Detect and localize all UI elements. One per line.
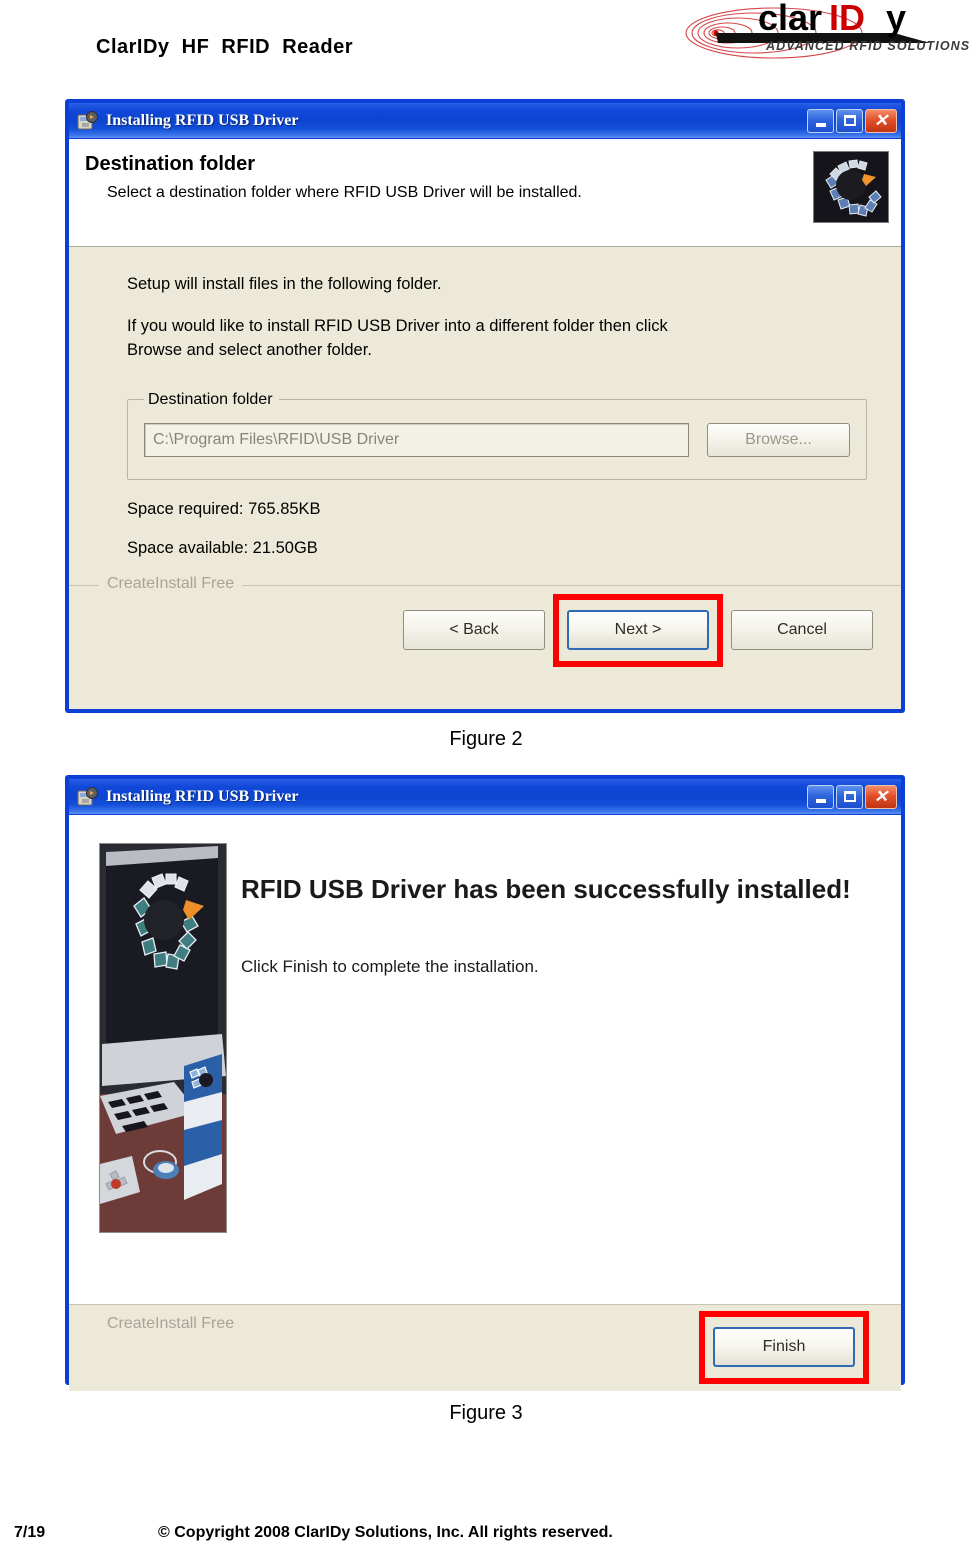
- svg-text:ADVANCED RFID SOLUTIONS: ADVANCED RFID SOLUTIONS: [765, 39, 970, 53]
- installer-dialog-destination: Installing RFID USB Driver ✕ Destination…: [66, 100, 904, 712]
- close-button[interactable]: ✕: [865, 108, 897, 133]
- createinstall-branding: CreateInstall Free: [107, 1315, 235, 1332]
- document-page: ClarIDy HF RFID Reader clar ID y ADVANCE…: [0, 0, 972, 1546]
- installer-app-icon: [77, 110, 99, 132]
- destination-path-input[interactable]: C:\Program Files\RFID\USB Driver: [144, 422, 689, 457]
- window-title: Installing RFID USB Driver: [106, 787, 299, 805]
- minimize-button[interactable]: [807, 784, 834, 809]
- space-required-label: Space required: 765.85KB: [127, 499, 321, 518]
- createinstall-branding: CreateInstall Free: [99, 575, 243, 593]
- window-controls: ✕: [807, 108, 897, 133]
- body-line-1: Setup will install files in the followin…: [127, 275, 442, 293]
- maximize-button[interactable]: [836, 108, 863, 133]
- body-line-2: If you would like to install RFID USB Dr…: [127, 316, 668, 335]
- next-button-highlight: Next >: [553, 594, 723, 667]
- browse-button[interactable]: Browse...: [707, 422, 850, 457]
- window-controls: ✕: [807, 784, 897, 809]
- next-button[interactable]: Next >: [567, 610, 709, 650]
- success-heading: RFID USB Driver has been successfully in…: [241, 874, 851, 904]
- page-title: ClarIDy HF RFID Reader: [96, 36, 354, 58]
- dialog-body: RFID USB Driver has been successfully in…: [69, 815, 901, 1304]
- claridy-logo: clar ID y ADVANCED RFID SOLUTIONS: [682, 2, 972, 60]
- title-bar: Installing RFID USB Driver ✕: [69, 779, 901, 815]
- dialog-header-band: Destination folder Select a destination …: [69, 139, 901, 247]
- svg-text:ID: ID: [829, 2, 865, 38]
- dialog-main-content: RFID USB Driver has been successfully in…: [209, 833, 901, 1304]
- dialog-header-subtitle: Select a destination folder where RFID U…: [107, 184, 582, 201]
- space-available-label: Space available: 21.50GB: [127, 538, 318, 557]
- destination-folder-group: Destination folder C:\Program Files\RFID…: [127, 390, 867, 480]
- destination-folder-legend: Destination folder: [148, 390, 273, 408]
- back-button[interactable]: < Back: [403, 610, 545, 650]
- dialog-footer: CreateInstall Free Finish: [69, 1304, 901, 1391]
- dialog-sidebar: [69, 833, 227, 1304]
- dialog-footer: CreateInstall Free < Back Next > Cancel: [69, 575, 901, 672]
- installer-dialog-success: Installing RFID USB Driver ✕ RFID USB Dr…: [66, 776, 904, 1391]
- dialog-header-texts: Destination folder Select a destination …: [83, 151, 813, 202]
- svg-text:clar: clar: [758, 2, 822, 38]
- title-bar: Installing RFID USB Driver ✕: [69, 103, 901, 139]
- installer-app-icon: [77, 786, 99, 808]
- page-number: 7/19: [14, 1524, 46, 1541]
- cancel-button[interactable]: Cancel: [731, 610, 873, 650]
- dialog-header-title: Destination folder: [85, 153, 256, 175]
- destination-folder-row: C:\Program Files\RFID\USB Driver Browse.…: [144, 422, 850, 457]
- figure-3-caption: Figure 3: [449, 1402, 523, 1424]
- window-title: Installing RFID USB Driver: [106, 111, 299, 129]
- finish-button-highlight: Finish: [699, 1311, 869, 1384]
- maximize-button[interactable]: [836, 784, 863, 809]
- page-header: ClarIDy HF RFID Reader clar ID y ADVANCE…: [0, 0, 972, 88]
- minimize-button[interactable]: [807, 108, 834, 133]
- body-line-3: Browse and select another folder.: [127, 340, 372, 359]
- copyright-notice: © Copyright 2008 ClarIDy Solutions, Inc.…: [158, 1524, 613, 1541]
- finish-button[interactable]: Finish: [713, 1327, 855, 1367]
- dialog-body: Setup will install files in the followin…: [69, 247, 901, 585]
- svg-text:y: y: [886, 2, 906, 38]
- success-subtext: Click Finish to complete the installatio…: [241, 957, 539, 977]
- installer-banner-icon: [813, 151, 889, 223]
- dialog-footer-buttons: < Back Next > Cancel: [69, 586, 901, 672]
- close-button[interactable]: ✕: [865, 784, 897, 809]
- installer-wizard-image: [99, 843, 227, 1233]
- figure-2-caption: Figure 2: [449, 728, 523, 750]
